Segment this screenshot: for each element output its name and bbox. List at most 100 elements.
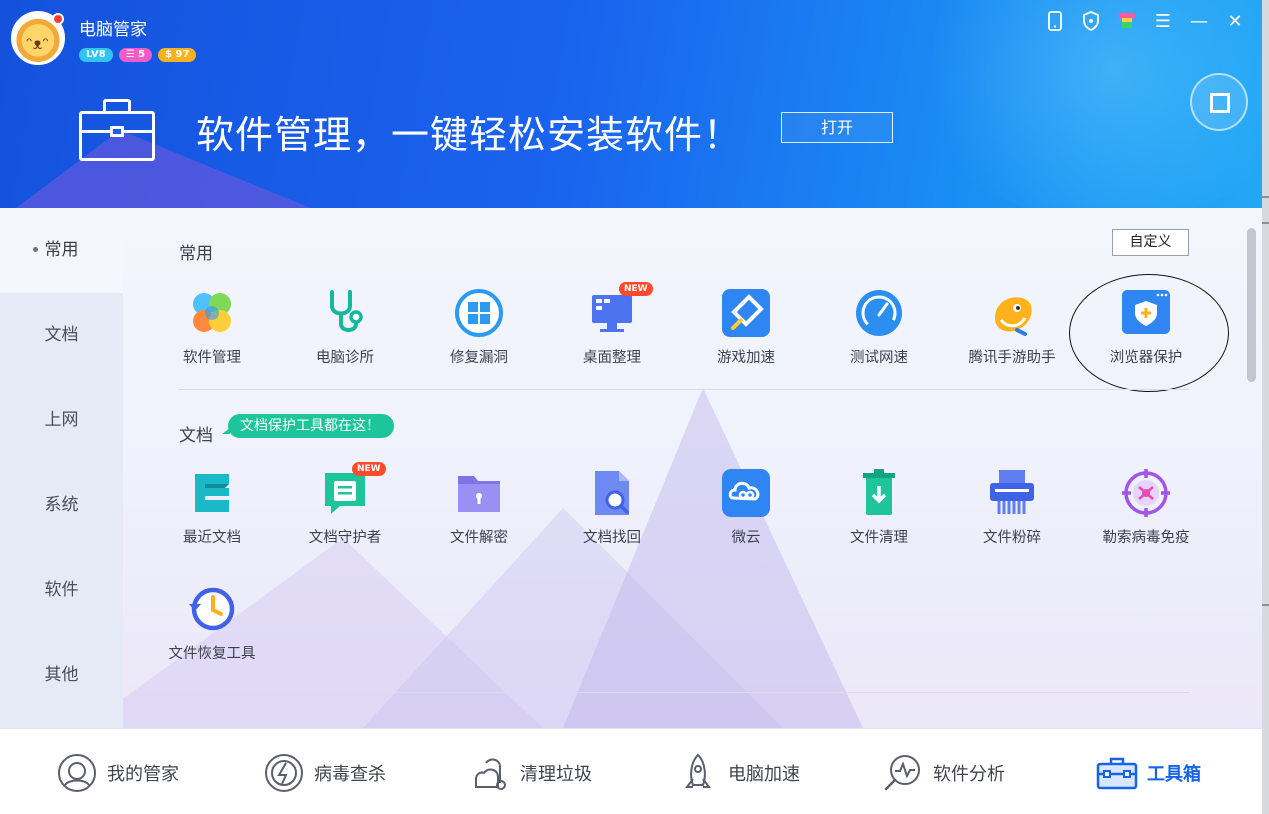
header-banner: ᵔᴥᵔ 电脑管家 LV8 ☰ 5 $ 97 ☰ — ✕ 软件管理，一键轻松安装软… <box>0 0 1262 208</box>
tool-software-manager[interactable]: 软件管理 <box>152 288 272 378</box>
open-button[interactable]: 打开 <box>781 112 893 143</box>
nav-label: 电脑加速 <box>728 764 800 785</box>
new-badge: NEW <box>619 282 653 296</box>
file-shredder-icon <box>990 470 1034 514</box>
app-title: 电脑管家 <box>79 20 147 40</box>
tool-mobile-game-assistant[interactable]: 腾讯手游助手 <box>952 288 1072 378</box>
user-badges: LV8 ☰ 5 $ 97 <box>79 48 197 62</box>
tool-pc-clinic[interactable]: 电脑诊所 <box>285 288 405 378</box>
section-title-docs: 文档 <box>179 426 213 446</box>
sidebar-item-system[interactable]: 系统 <box>0 463 123 548</box>
tool-label: 电脑诊所 <box>316 350 374 366</box>
tool-label: 最近文档 <box>183 530 241 546</box>
tool-doc-recovery[interactable]: 文档找回 <box>552 468 672 558</box>
nav-my-manager[interactable]: 我的管家 <box>55 751 179 795</box>
tool-file-decrypt[interactable]: 文件解密 <box>419 468 539 558</box>
desktop-background-edge <box>1262 0 1269 814</box>
nav-virus-scan[interactable]: 病毒查杀 <box>262 751 386 795</box>
file-decrypt-icon <box>458 476 500 512</box>
customize-button[interactable]: 自定义 <box>1112 229 1189 256</box>
notification-dot <box>52 13 64 25</box>
sidebar-item-docs[interactable]: 文档 <box>0 293 123 378</box>
close-icon[interactable]: ✕ <box>1224 11 1246 33</box>
content-scrollbar[interactable] <box>1247 228 1256 382</box>
section-title-common: 常用 <box>179 244 213 264</box>
sidebar-item-label: 上网 <box>44 410 79 430</box>
section-divider <box>179 692 1189 693</box>
nav-toolbox[interactable]: 工具箱 <box>1095 751 1201 795</box>
sidebar-item-internet[interactable]: 上网 <box>0 378 123 463</box>
tool-speed-test[interactable]: 测试网速 <box>819 288 939 378</box>
exit-toolbox-button[interactable] <box>1190 73 1248 131</box>
virus-scan-icon <box>265 754 303 792</box>
doc-recovery-icon <box>595 471 629 515</box>
sidebar-item-label: 其他 <box>44 665 79 685</box>
tools-content: 常用 自定义 软件管理 电脑诊所 修复漏洞 NEW 桌面整理 游戏加速 测试网速… <box>123 208 1262 728</box>
stethoscope-icon <box>330 290 363 332</box>
tool-label: 软件管理 <box>183 350 241 366</box>
tool-file-shredder[interactable]: 文件粉碎 <box>952 468 1072 558</box>
nav-label: 病毒查杀 <box>314 764 386 785</box>
sidebar-item-label: 常用 <box>44 240 79 260</box>
tool-label: 游戏加速 <box>717 350 775 366</box>
sidebar-item-label: 软件 <box>44 580 79 600</box>
tool-label: 文件粉碎 <box>983 530 1041 546</box>
toolbox-icon <box>1096 757 1138 790</box>
sidebar-item-label: 文档 <box>44 325 79 345</box>
menu-icon[interactable]: ☰ <box>1152 11 1174 33</box>
tool-ransomware-immunity[interactable]: 勒索病毒免疫 <box>1086 468 1206 558</box>
ransomware-immunity-icon <box>1122 469 1170 517</box>
tool-label: 文件清理 <box>850 530 908 546</box>
rocket-icon <box>685 753 711 788</box>
vip-badge[interactable]: ☰ 5 <box>118 48 153 62</box>
recent-docs-icon <box>195 474 229 512</box>
nav-pc-boost[interactable]: 电脑加速 <box>676 751 800 795</box>
sidebar-item-software[interactable]: 软件 <box>0 548 123 633</box>
coins-badge[interactable]: $ 97 <box>158 48 197 62</box>
tool-recent-docs[interactable]: 最近文档 <box>152 468 272 558</box>
nav-label: 清理垃圾 <box>520 764 592 785</box>
nav-software-analysis[interactable]: 软件分析 <box>881 751 1005 795</box>
bottom-navigation: 我的管家 病毒查杀 清理垃圾 电脑加速 软件分析 工具箱 <box>0 728 1262 814</box>
sidebar-item-common[interactable]: 常用 <box>0 208 123 293</box>
active-bullet <box>33 247 38 252</box>
new-badge: NEW <box>352 462 386 476</box>
tool-label: 测试网速 <box>850 350 908 366</box>
sidebar-item-other[interactable]: 其他 <box>0 633 123 718</box>
tool-game-boost[interactable]: 游戏加速 <box>686 288 806 378</box>
toolbox-banner-icon <box>79 99 155 161</box>
windows-repair-icon <box>455 289 503 337</box>
game-boost-icon <box>722 289 770 337</box>
promo-text: 软件管理，一键轻松安装软件！ <box>196 113 743 157</box>
mobile-game-assistant-icon <box>995 297 1032 336</box>
clean-junk-icon <box>475 758 506 790</box>
my-manager-icon <box>58 754 96 792</box>
shield-icon[interactable] <box>1080 11 1102 33</box>
tool-label: 文档找回 <box>583 530 641 546</box>
nav-clean-junk[interactable]: 清理垃圾 <box>468 751 592 795</box>
software-analysis-icon <box>884 755 920 791</box>
tool-desktop-organize[interactable]: NEW 桌面整理 <box>552 282 672 378</box>
level-badge[interactable]: LV8 <box>79 48 113 62</box>
tool-label: 修复漏洞 <box>450 350 508 366</box>
tool-label: 桌面整理 <box>583 350 641 366</box>
tool-label: 腾讯手游助手 <box>968 350 1056 366</box>
hand-drawn-highlight-circle <box>1069 274 1229 392</box>
tool-file-restore[interactable]: 文件恢复工具 <box>152 584 272 674</box>
weiyun-cloud-icon <box>722 469 770 517</box>
tool-label: 勒索病毒免疫 <box>1102 530 1190 546</box>
tool-fix-vulnerability[interactable]: 修复漏洞 <box>419 288 539 378</box>
tool-file-clean[interactable]: 文件清理 <box>819 468 939 558</box>
nav-label: 软件分析 <box>933 764 1005 785</box>
tool-weiyun[interactable]: 微云 <box>686 468 806 558</box>
minimize-icon[interactable]: — <box>1188 11 1210 33</box>
background-mountain <box>563 388 863 728</box>
section-divider <box>179 389 1189 390</box>
mobile-icon[interactable] <box>1044 11 1066 33</box>
tool-label: 微云 <box>731 530 761 546</box>
clover-icon <box>193 293 231 332</box>
tool-doc-guardian[interactable]: NEW 文档守护者 <box>285 462 405 558</box>
avatar[interactable]: ᵔᴥᵔ <box>11 11 65 65</box>
docs-promo-tag: 文档保护工具都在这！ <box>222 414 394 438</box>
skin-shirt-icon[interactable] <box>1116 11 1138 33</box>
